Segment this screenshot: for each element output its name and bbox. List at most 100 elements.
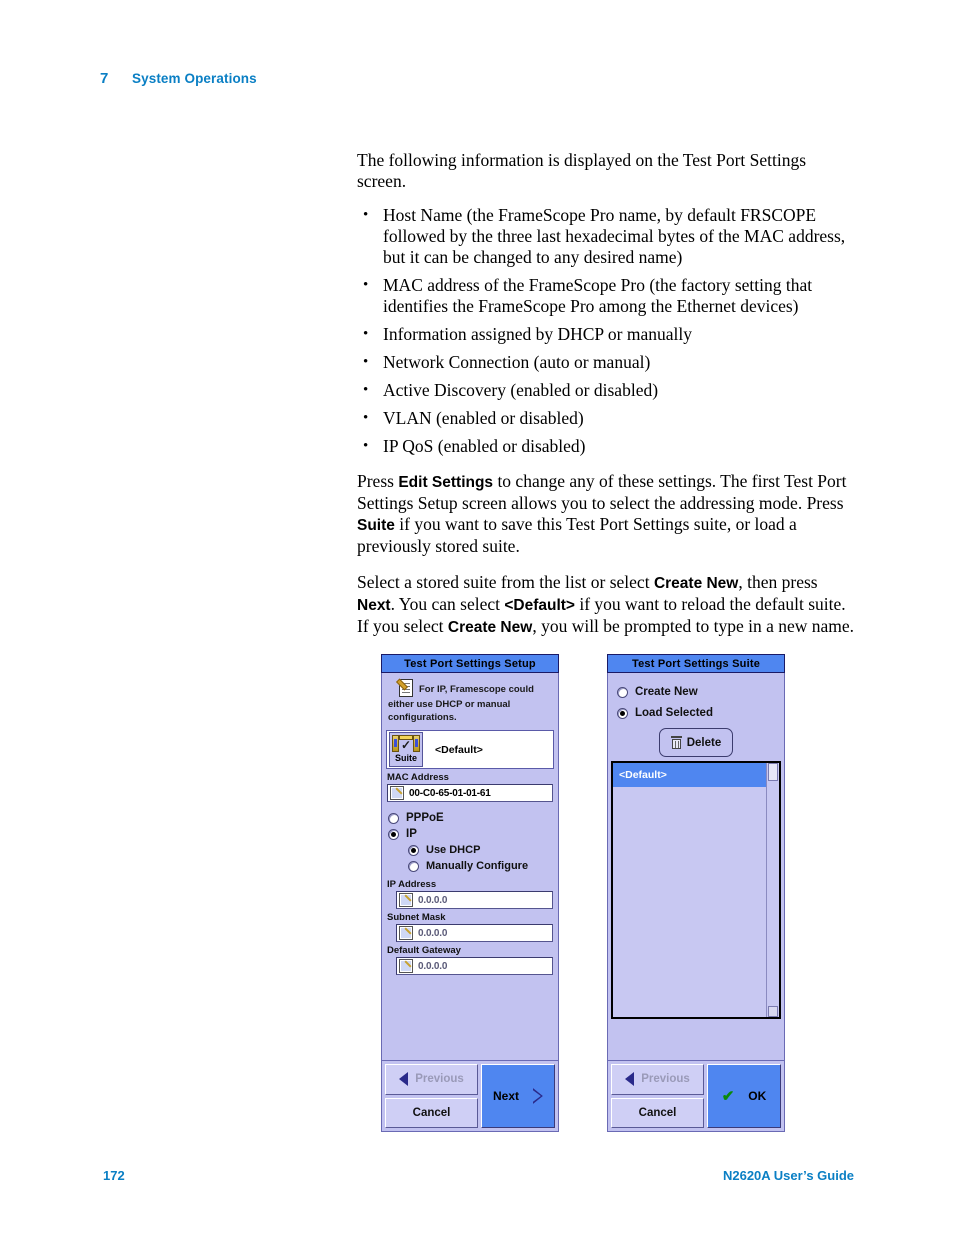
suite-device-check-icon: ✓ bbox=[391, 734, 421, 753]
chapter-number: 7 bbox=[100, 70, 109, 87]
edit-icon bbox=[390, 786, 404, 800]
information-bullet-list: Host Name (the FrameScope Pro name, by d… bbox=[357, 205, 857, 457]
cancel-button-label: Cancel bbox=[412, 1106, 451, 1119]
radio-ip-label: IP bbox=[406, 828, 417, 840]
para3-text-3: . You can select bbox=[390, 594, 505, 614]
ip-address-value: 0.0.0.0 bbox=[418, 894, 448, 906]
right-panel-body: Create New Load Selected Delete <Default… bbox=[607, 673, 785, 1060]
mac-address-value: 00-C0-65-01-01-61 bbox=[409, 787, 491, 799]
suite-selected-value: <Default> bbox=[435, 743, 483, 756]
radio-pppoe-label: PPPoE bbox=[406, 812, 444, 824]
checkmark-icon: ✔ bbox=[721, 1087, 735, 1105]
screenshot-test-port-settings-setup: Test Port Settings Setup For IP, Framesc… bbox=[381, 654, 559, 1132]
footer-page-number: 172 bbox=[103, 1168, 125, 1183]
list-scrollbar[interactable] bbox=[766, 763, 779, 1017]
document-pencil-icon bbox=[395, 678, 413, 698]
subnet-mask-value: 0.0.0.0 bbox=[418, 927, 448, 939]
para2-bold-edit-settings: Edit Settings bbox=[398, 474, 494, 491]
arrow-right-icon bbox=[533, 1088, 543, 1104]
radio-manually-configure[interactable]: Manually Configure bbox=[408, 860, 558, 872]
edit-icon bbox=[399, 926, 413, 940]
radio-create-new[interactable]: Create New bbox=[617, 686, 784, 698]
mac-address-field[interactable]: 00-C0-65-01-01-61 bbox=[387, 784, 553, 802]
left-secondary-buttons: Previous Cancel bbox=[385, 1064, 478, 1128]
radio-icon bbox=[408, 860, 419, 872]
address-fields-group: IP Address 0.0.0.0 Subnet Mask 0.0.0.0 D… bbox=[387, 879, 553, 975]
left-panel-body: For IP, Framescope could either use DHCP… bbox=[381, 673, 559, 1060]
radio-ip[interactable]: IP bbox=[388, 828, 558, 840]
radio-create-new-label: Create New bbox=[635, 686, 698, 698]
suite-button-label: Suite bbox=[394, 753, 417, 763]
radio-icon-selected bbox=[408, 844, 419, 856]
delete-button-label: Delete bbox=[686, 736, 722, 749]
list-item: VLAN (enabled or disabled) bbox=[357, 408, 857, 429]
mac-address-label: MAC Address bbox=[387, 772, 449, 783]
left-button-bar: Previous Cancel Next bbox=[381, 1060, 559, 1132]
previous-button-label: Previous bbox=[415, 1073, 464, 1086]
previous-button[interactable]: Previous bbox=[611, 1064, 704, 1095]
hint-block: For IP, Framescope could either use DHCP… bbox=[382, 673, 558, 728]
intro-paragraph: The following information is displayed o… bbox=[357, 150, 807, 191]
body-column: The following information is displayed o… bbox=[357, 150, 857, 651]
radio-load-selected-label: Load Selected bbox=[635, 707, 713, 719]
para3-text-1: Select a stored suite from the list or s… bbox=[357, 572, 654, 592]
radio-icon bbox=[388, 812, 399, 824]
cancel-button-label: Cancel bbox=[638, 1106, 677, 1119]
scrollbar-thumb[interactable] bbox=[768, 763, 778, 781]
para2-text-3: if you want to save this Test Port Setti… bbox=[357, 514, 797, 556]
chapter-title: System Operations bbox=[132, 71, 257, 86]
para3-text-5: , you will be prompted to type in a new … bbox=[532, 616, 855, 636]
next-button-label: Next bbox=[492, 1089, 519, 1103]
arrow-left-icon bbox=[625, 1072, 635, 1087]
scrollbar-down-button[interactable] bbox=[768, 1006, 778, 1017]
suite-list-items: <Default> bbox=[613, 763, 766, 1017]
para3-bold-create-new-2: Create New bbox=[447, 619, 533, 636]
radio-use-dhcp[interactable]: Use DHCP bbox=[408, 844, 558, 856]
radio-load-selected[interactable]: Load Selected bbox=[617, 707, 784, 719]
suite-list[interactable]: <Default> bbox=[611, 761, 781, 1019]
para3-text-2: , then press bbox=[738, 572, 818, 592]
list-item: Network Connection (auto or manual) bbox=[357, 352, 857, 373]
suite-button[interactable]: ✓ Suite bbox=[389, 732, 423, 767]
subnet-mask-field[interactable]: 0.0.0.0 bbox=[396, 924, 553, 942]
para2-text-1: Press bbox=[357, 471, 399, 491]
arrow-left-icon bbox=[399, 1072, 409, 1087]
delete-button[interactable]: Delete bbox=[659, 728, 733, 757]
default-gateway-label: Default Gateway bbox=[387, 945, 461, 956]
radio-pppoe[interactable]: PPPoE bbox=[388, 812, 558, 824]
screenshot-figures: Test Port Settings Setup For IP, Framesc… bbox=[381, 654, 791, 1132]
radio-icon-selected bbox=[388, 828, 399, 840]
subnet-mask-label: Subnet Mask bbox=[387, 912, 446, 923]
select-suite-paragraph: Select a stored suite from the list or s… bbox=[357, 572, 857, 638]
radio-icon-selected bbox=[617, 707, 628, 719]
default-gateway-value: 0.0.0.0 bbox=[418, 960, 448, 972]
para3-bold-next: Next bbox=[357, 597, 391, 614]
list-item: IP QoS (enabled or disabled) bbox=[357, 436, 857, 457]
trash-icon bbox=[670, 736, 682, 749]
radio-use-dhcp-label: Use DHCP bbox=[426, 844, 481, 856]
footer-guide-title: N2620A User’s Guide bbox=[722, 1168, 854, 1183]
para3-bold-default: <Default> bbox=[504, 597, 575, 614]
delete-button-wrap: Delete bbox=[608, 728, 784, 757]
edit-icon bbox=[399, 959, 413, 973]
ip-address-field[interactable]: 0.0.0.0 bbox=[396, 891, 553, 909]
next-button[interactable]: Next bbox=[481, 1064, 555, 1128]
previous-button[interactable]: Previous bbox=[385, 1064, 478, 1095]
right-secondary-buttons: Previous Cancel bbox=[611, 1064, 704, 1128]
list-item: Information assigned by DHCP or manually bbox=[357, 324, 857, 345]
list-item[interactable]: <Default> bbox=[613, 763, 766, 787]
previous-button-label: Previous bbox=[641, 1073, 690, 1086]
default-gateway-field[interactable]: 0.0.0.0 bbox=[396, 957, 553, 975]
list-item: MAC address of the FrameScope Pro (the f… bbox=[357, 275, 857, 317]
para2-bold-suite: Suite bbox=[357, 517, 395, 534]
cancel-button[interactable]: Cancel bbox=[385, 1097, 478, 1128]
right-button-bar: Previous Cancel ✔ OK bbox=[607, 1060, 785, 1132]
edit-icon bbox=[399, 893, 413, 907]
ip-address-label: IP Address bbox=[387, 879, 437, 890]
left-titlebar: Test Port Settings Setup bbox=[381, 654, 559, 673]
radio-manually-configure-label: Manually Configure bbox=[426, 860, 529, 872]
ok-button[interactable]: ✔ OK bbox=[707, 1064, 781, 1128]
list-item: Host Name (the FrameScope Pro name, by d… bbox=[357, 205, 857, 268]
cancel-button[interactable]: Cancel bbox=[611, 1097, 704, 1128]
suite-row[interactable]: ✓ Suite <Default> bbox=[386, 730, 554, 769]
